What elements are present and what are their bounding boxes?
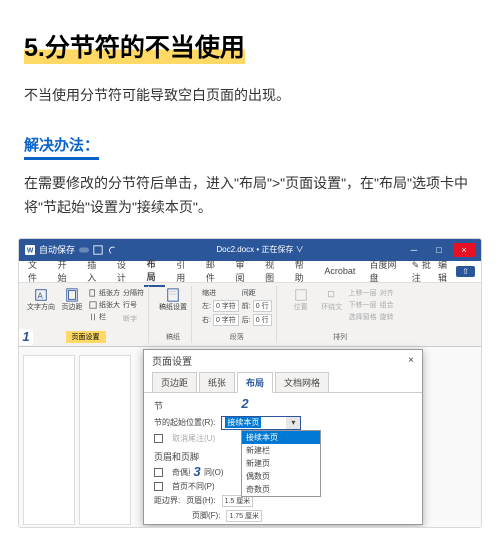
close-button[interactable]: × (453, 243, 475, 257)
dlg-tab-margins[interactable]: 页边距 (152, 372, 197, 392)
tab-mailings[interactable]: 邮件 (203, 256, 225, 286)
rotate-button: 旋转 (380, 312, 394, 322)
annotation-3: 3 (190, 464, 204, 480)
share-button[interactable]: ⇧ (456, 266, 475, 277)
group-arrange: 位置 环绕文 上移一层 下移一层 选择窗格 对齐 组合 旋转 排列 (283, 286, 398, 343)
position-button: 位置 (287, 286, 315, 312)
group-label-arrange: 排列 (333, 331, 347, 343)
dialog-title: 页面设置 (152, 353, 192, 368)
indent-label: 缩进 (202, 288, 239, 298)
annotation-1: 1 (19, 329, 33, 345)
group-paragraph: 缩进 左:0 字符 右:0 字符 间距 前:0 行 后:0 行 段落 (198, 286, 277, 343)
spacing-label: 间距 (242, 288, 272, 298)
suppress-endnotes-checkbox (154, 434, 163, 443)
spacing-after-input[interactable]: 0 行 (253, 314, 272, 326)
group-page-setup: A文字方向 页边距 纸张方 纸张大 栏 分隔符 行号 断字 页面设置 1 (23, 286, 149, 343)
orientation-button[interactable]: 纸张方 (89, 288, 120, 298)
page-2 (79, 355, 131, 525)
paper-settings-button[interactable]: 稿纸设置 (159, 286, 187, 312)
group-label-paragraph: 段落 (230, 331, 244, 343)
indent-left-input[interactable]: 0 字符 (213, 300, 239, 312)
section-start-label: 节的起始位置(R): (154, 417, 215, 428)
margins-button[interactable]: 页边距 (58, 286, 86, 312)
dlg-tab-layout[interactable]: 布局 (237, 372, 273, 393)
minimize-button[interactable]: ─ (403, 243, 425, 257)
from-edge-label: 距边界: (154, 495, 180, 506)
columns-button[interactable]: 栏 (89, 312, 120, 322)
article-title: 5.分节符的不当使用 (24, 28, 245, 64)
doc-title: Doc2.docx • 正在保存 ∨ (117, 244, 403, 255)
solution-body: 在需要修改的分节符后单击，进入"布局">"页面设置"，在"布局"选项卡中将"节起… (24, 172, 476, 220)
autosave-toggle-icon[interactable] (79, 245, 89, 255)
solution-heading: 解决办法： (24, 134, 99, 160)
dd-even-page[interactable]: 偶数页 (242, 470, 320, 483)
first-page-label: 首页不同(P) (172, 481, 215, 492)
tab-file[interactable]: 文件 (25, 256, 47, 286)
group-objects-button: 组合 (380, 300, 394, 310)
edit-button[interactable]: 编辑 (438, 258, 452, 284)
first-page-checkbox[interactable] (154, 482, 163, 491)
tab-baidu[interactable]: 百度网盘 (366, 256, 403, 286)
chevron-down-icon[interactable]: ▾ (286, 417, 300, 429)
section-heading: 节 (154, 399, 412, 412)
autosave-label: 自动保存 (39, 243, 75, 256)
article-intro: 不当使用分节符可能导致空白页面的出现。 (24, 84, 476, 106)
ribbon: A文字方向 页边距 纸张方 纸张大 栏 分隔符 行号 断字 页面设置 1 稿纸设… (19, 283, 481, 347)
dlg-tab-grid[interactable]: 文档网格 (275, 372, 329, 392)
group-label-paper: 稿纸 (166, 331, 180, 343)
ribbon-tabs: 文件 开始 插入 设计 布局 引用 邮件 审阅 视图 帮助 Acrobat 百度… (19, 261, 481, 283)
group-label-page-setup[interactable]: 页面设置 (66, 331, 106, 343)
page-setup-dialog: 页面设置 × 页边距 纸张 布局 文档网格 2 节 节的起始位置(R): 接续本… (143, 349, 423, 525)
tab-design[interactable]: 设计 (114, 256, 136, 286)
text-direction-button[interactable]: A文字方向 (27, 286, 55, 312)
size-button[interactable]: 纸张大 (89, 300, 120, 310)
bring-forward-button: 上移一层 (349, 288, 377, 298)
suppress-endnotes-label: 取消尾注(U) (172, 433, 215, 444)
send-backward-button: 下移一层 (349, 300, 377, 310)
group-paper: 稿纸设置 稿纸 (155, 286, 192, 343)
dd-odd-page[interactable]: 奇数页 (242, 483, 320, 496)
tab-home[interactable]: 开始 (55, 256, 77, 286)
indent-right-input[interactable]: 0 字符 (213, 314, 239, 326)
spacing-before-input[interactable]: 0 行 (253, 300, 272, 312)
dialog-close-button[interactable]: × (408, 355, 414, 366)
dd-new-column[interactable]: 新建栏 (242, 444, 320, 457)
comment-button[interactable]: ✎ 批注 (412, 258, 434, 284)
tab-help[interactable]: 帮助 (292, 256, 314, 286)
dd-continuous[interactable]: 接续本页 (242, 431, 320, 444)
maximize-button[interactable]: □ (428, 243, 450, 257)
tab-insert[interactable]: 插入 (84, 256, 106, 286)
footer-distance-input[interactable]: 1.75 厘米 (226, 510, 262, 522)
section-start-select[interactable]: 接续本页 ▾ (221, 416, 301, 430)
tab-layout[interactable]: 布局 (144, 255, 166, 287)
undo-icon[interactable] (107, 245, 117, 255)
odd-even-checkbox[interactable] (154, 468, 163, 477)
tab-acrobat[interactable]: Acrobat (321, 264, 358, 278)
svg-text:W: W (27, 247, 34, 254)
dlg-tab-paper[interactable]: 纸张 (199, 372, 235, 392)
line-numbers-button[interactable]: 行号 (123, 300, 144, 310)
selection-pane-button[interactable]: 选择窗格 (349, 312, 377, 322)
tab-view[interactable]: 视图 (262, 256, 284, 286)
svg-text:A: A (38, 291, 44, 300)
page-1 (23, 355, 75, 525)
align-button: 对齐 (380, 288, 394, 298)
section-start-dropdown: 接续本页 新建栏 新建页 偶数页 奇数页 (241, 430, 321, 497)
word-screenshot: W 自动保存 Doc2.docx • 正在保存 ∨ ─ □ × 文件 开始 插入… (18, 238, 482, 528)
tab-review[interactable]: 审阅 (232, 256, 254, 286)
hyphenation-button[interactable]: 断字 (123, 314, 144, 324)
header-label: 页眉(H): (186, 495, 215, 506)
breaks-button[interactable]: 分隔符 (123, 288, 144, 298)
document-area: 页面设置 × 页边距 纸张 布局 文档网格 2 节 节的起始位置(R): 接续本… (19, 347, 481, 527)
word-icon: W (25, 245, 35, 255)
save-icon[interactable] (93, 245, 103, 255)
footer-label: 页脚(F): (192, 510, 220, 521)
dd-new-page[interactable]: 新建页 (242, 457, 320, 470)
wrap-text-button: 环绕文 (318, 286, 346, 312)
tab-references[interactable]: 引用 (173, 256, 195, 286)
